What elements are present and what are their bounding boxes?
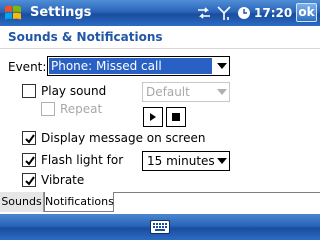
vibrate-label[interactable]: Vibrate — [41, 173, 84, 187]
tab-strip-fill — [114, 193, 320, 212]
title-bar: Settings 17:20 ok — [0, 0, 320, 26]
ok-button[interactable]: ok — [296, 3, 317, 22]
sound-selected-value: Default — [146, 85, 190, 99]
event-selected-value[interactable]: Phone: Missed call — [49, 58, 212, 74]
stop-button[interactable] — [166, 107, 186, 127]
windows-flag-icon[interactable] — [3, 3, 23, 23]
softkey-bar — [0, 214, 320, 240]
window-title: Settings — [30, 5, 92, 20]
keyboard-icon[interactable] — [150, 220, 170, 234]
tab-sounds[interactable]: Sounds — [0, 192, 44, 212]
page-title: Sounds & Notifications — [8, 30, 163, 44]
tab-notifications[interactable]: Notifications — [44, 192, 114, 212]
chevron-down-icon[interactable] — [217, 63, 227, 69]
event-label: Event: — [8, 60, 47, 74]
display-message-checkbox[interactable] — [22, 131, 36, 145]
repeat-label: Repeat — [60, 102, 103, 116]
stop-icon — [172, 113, 180, 121]
flash-light-checkbox[interactable] — [22, 153, 36, 167]
play-sound-checkbox[interactable] — [22, 84, 36, 98]
repeat-checkbox — [41, 102, 55, 116]
flash-duration-dropdown[interactable]: 15 minutes — [142, 151, 230, 171]
chevron-down-icon — [217, 89, 227, 95]
play-button[interactable] — [143, 107, 163, 127]
sound-dropdown: Default — [142, 82, 230, 102]
signal-strength-icon[interactable] — [217, 5, 231, 21]
vibrate-checkbox[interactable] — [22, 173, 36, 187]
clock-time[interactable]: 17:20 — [254, 6, 292, 20]
checkmark-icon — [25, 134, 35, 144]
display-message-label[interactable]: Display message on screen — [41, 131, 205, 145]
play-sound-label[interactable]: Play sound — [41, 84, 106, 98]
status-tray[interactable]: 17:20 — [196, 4, 292, 22]
header-divider — [0, 48, 320, 49]
play-icon — [150, 113, 156, 121]
checkmark-icon — [25, 176, 35, 186]
data-connection-icon[interactable] — [196, 5, 212, 21]
flash-duration-value[interactable]: 15 minutes — [147, 154, 215, 168]
event-dropdown[interactable]: Phone: Missed call — [47, 56, 230, 76]
clock-icon[interactable] — [237, 6, 251, 20]
flash-light-label[interactable]: Flash light for — [41, 153, 123, 167]
chevron-down-icon[interactable] — [217, 158, 227, 164]
checkmark-icon — [25, 156, 35, 166]
